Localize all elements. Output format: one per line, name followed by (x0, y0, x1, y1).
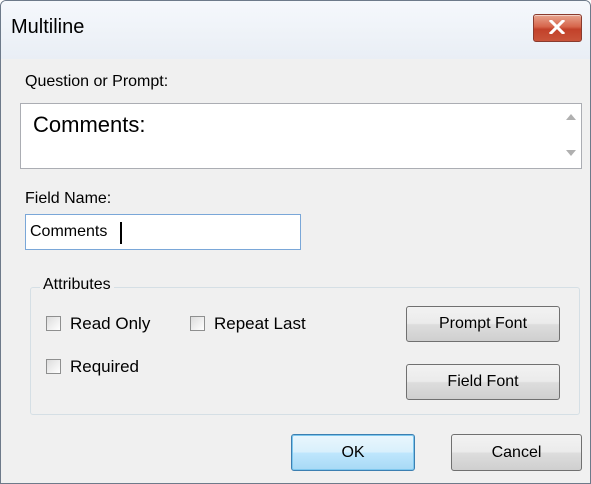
attributes-legend: Attributes (40, 276, 114, 294)
prompt-textarea[interactable]: Comments: (20, 103, 582, 169)
close-icon (549, 20, 565, 34)
window-title: Multiline (11, 16, 85, 38)
scroll-down-button[interactable] (561, 144, 581, 164)
cancel-button[interactable]: Cancel (451, 434, 582, 471)
repeat-last-checkbox[interactable] (190, 316, 205, 331)
scroll-up-icon (566, 114, 576, 120)
field-name-label: Field Name: (25, 190, 112, 207)
prompt-text: Comments: (33, 112, 146, 137)
scroll-up-button[interactable] (561, 108, 581, 128)
read-only-label[interactable]: Read Only (70, 314, 150, 334)
field-font-button[interactable]: Field Font (406, 364, 560, 400)
read-only-checkbox[interactable] (46, 316, 61, 331)
field-name-input[interactable] (25, 214, 301, 250)
close-button[interactable] (533, 14, 582, 42)
title-bar: Multiline (1, 1, 590, 59)
repeat-last-label[interactable]: Repeat Last (214, 314, 306, 334)
text-caret (120, 222, 122, 244)
prompt-scrollbar[interactable] (561, 104, 581, 168)
required-checkbox[interactable] (46, 359, 61, 374)
ok-button[interactable]: OK (291, 434, 415, 471)
prompt-font-button[interactable]: Prompt Font (406, 306, 560, 342)
required-label[interactable]: Required (70, 357, 139, 377)
scroll-down-icon (566, 150, 576, 156)
prompt-label: Question or Prompt: (25, 73, 169, 90)
